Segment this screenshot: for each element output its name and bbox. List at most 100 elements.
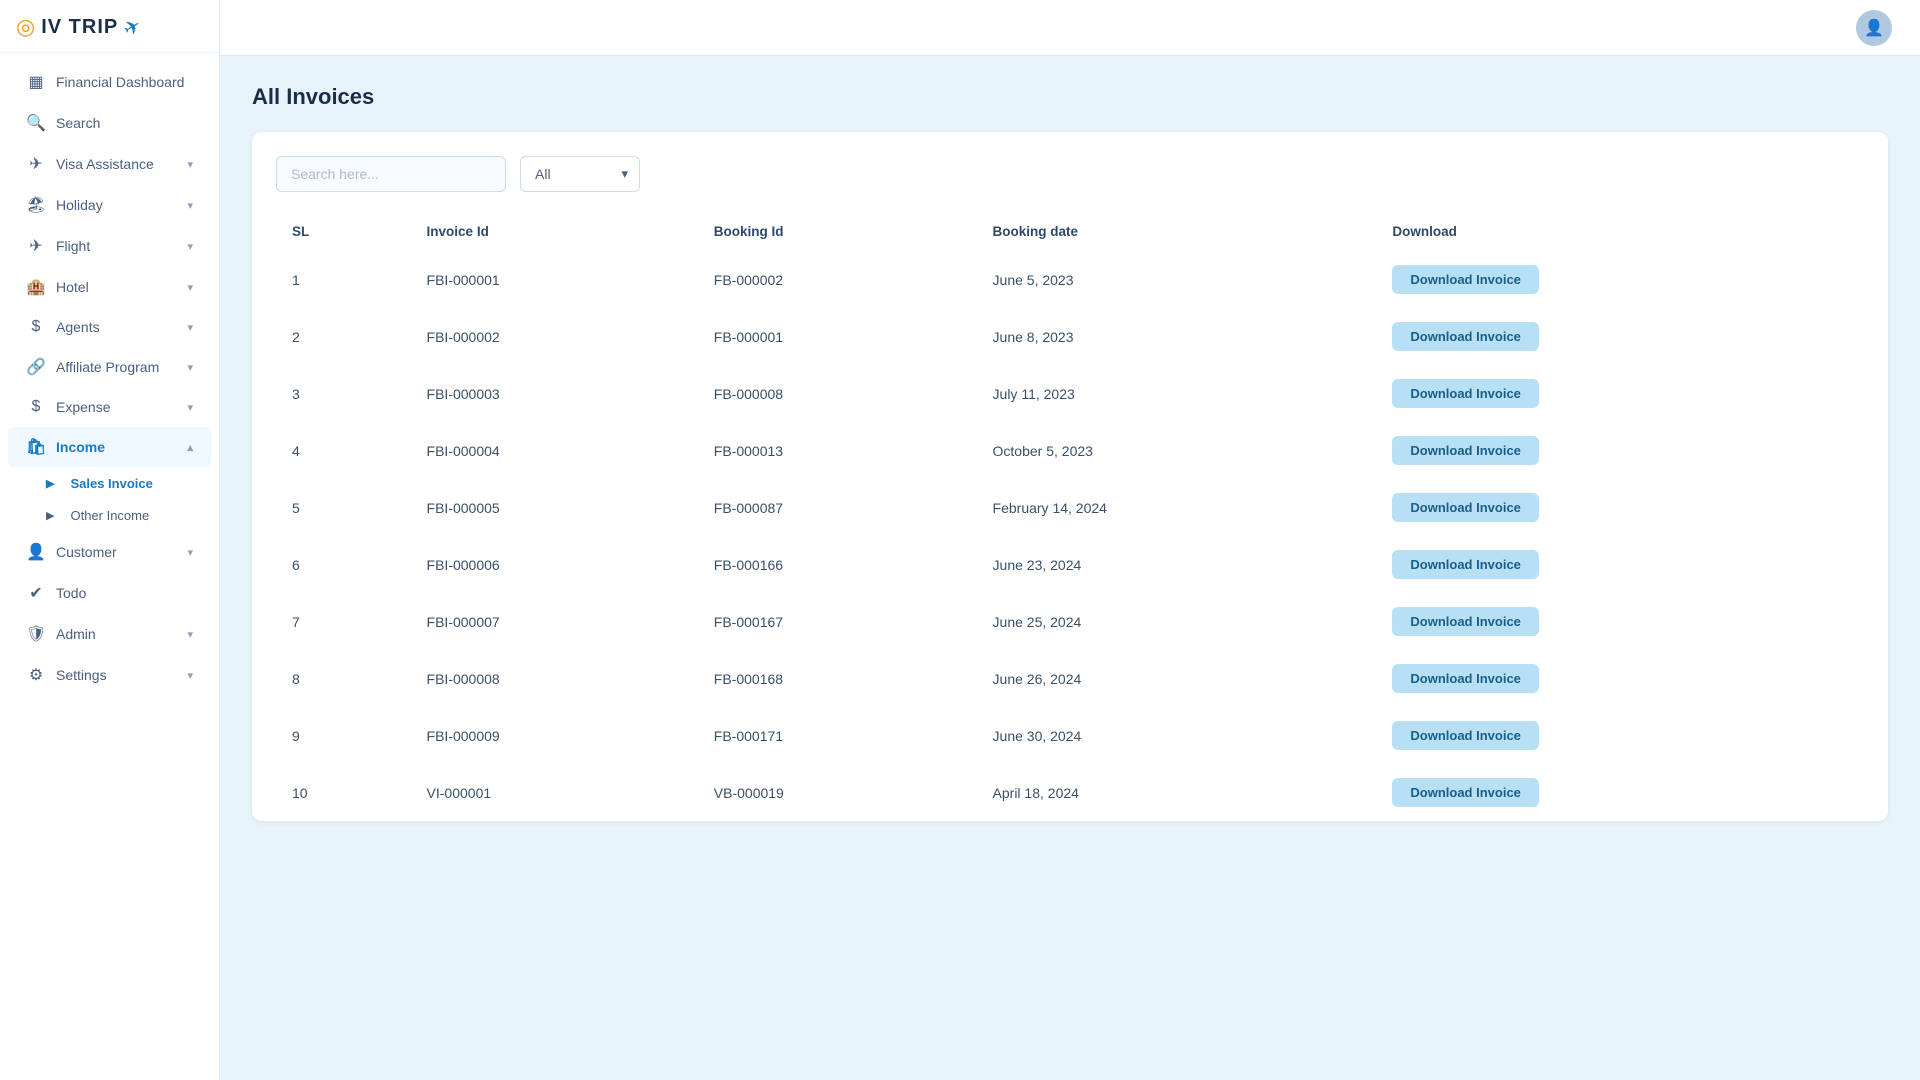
sidebar-item-label: Visa Assistance [56,156,154,172]
cell-download: Download Invoice [1376,308,1864,365]
page-title: All Invoices [252,84,1888,110]
sidebar-item-label: Customer [56,544,117,560]
col-header-booking-id: Booking Id [698,214,977,251]
cell-invoice-id: FBI-000006 [411,536,698,593]
col-header-sl: SL [276,214,411,251]
chevron-down-icon: ▾ [187,240,193,253]
cell-booking-id: FB-000008 [698,365,977,422]
col-header-invoice-id: Invoice Id [411,214,698,251]
sidebar-item-agents[interactable]: $ Agents ▾ [8,308,211,346]
cell-invoice-id: FBI-000008 [411,650,698,707]
sidebar-item-affiliate-program[interactable]: 🔗 Affiliate Program ▾ [8,347,211,387]
sidebar-item-label: Search [56,115,100,131]
sidebar-item-todo[interactable]: ✔ Todo [8,573,211,613]
filter-select[interactable]: All FBI VI [520,156,640,192]
cell-booking-date: October 5, 2023 [977,422,1377,479]
cell-invoice-id: FBI-000003 [411,365,698,422]
chevron-right-icon: ▶ [46,509,54,522]
income-icon: 🛍 [26,437,46,457]
table-row: 10 VI-000001 VB-000019 April 18, 2024 Do… [276,764,1864,821]
expense-icon: $ [26,398,46,416]
visa-icon: ✈ [26,154,46,174]
download-invoice-button[interactable]: Download Invoice [1392,379,1539,408]
cell-download: Download Invoice [1376,365,1864,422]
sidebar-item-settings[interactable]: ⚙ Settings ▾ [8,655,211,695]
sidebar-item-label: Affiliate Program [56,359,159,375]
cell-sl: 10 [276,764,411,821]
cell-booking-date: June 23, 2024 [977,536,1377,593]
cell-download: Download Invoice [1376,593,1864,650]
sidebar-item-expense[interactable]: $ Expense ▾ [8,388,211,426]
main-area: 👤 All Invoices All FBI VI ▾ [220,0,1920,1080]
sidebar-item-label: Flight [56,238,90,254]
search-icon: 🔍 [26,113,46,133]
sidebar-item-label: Agents [56,319,100,335]
chevron-down-icon: ▾ [187,321,193,334]
download-invoice-button[interactable]: Download Invoice [1392,550,1539,579]
avatar[interactable]: 👤 [1856,10,1892,46]
chevron-down-icon: ▾ [187,158,193,171]
cell-booking-id: FB-000167 [698,593,977,650]
cell-sl: 4 [276,422,411,479]
sidebar-item-hotel[interactable]: 🏨 Hotel ▾ [8,267,211,307]
chevron-right-icon: ▶ [46,477,54,490]
download-invoice-button[interactable]: Download Invoice [1392,436,1539,465]
cell-download: Download Invoice [1376,422,1864,479]
table-row: 4 FBI-000004 FB-000013 October 5, 2023 D… [276,422,1864,479]
cell-invoice-id: FBI-000005 [411,479,698,536]
table-row: 9 FBI-000009 FB-000171 June 30, 2024 Dow… [276,707,1864,764]
download-invoice-button[interactable]: Download Invoice [1392,721,1539,750]
download-invoice-button[interactable]: Download Invoice [1392,322,1539,351]
cell-sl: 9 [276,707,411,764]
cell-invoice-id: VI-000001 [411,764,698,821]
flight-icon: ✈ [26,236,46,256]
sidebar-subitem-other-income[interactable]: ▶ Other Income [8,500,211,531]
sub-item-label: Sales Invoice [70,476,152,491]
chevron-down-icon: ▾ [187,281,193,294]
cell-booking-date: February 14, 2024 [977,479,1377,536]
download-invoice-button[interactable]: Download Invoice [1392,265,1539,294]
filter-select-wrapper: All FBI VI ▾ [520,156,640,192]
sidebar-subitem-sales-invoice[interactable]: ▶ Sales Invoice [8,468,211,499]
sidebar-item-income[interactable]: 🛍 Income ▴ [8,427,211,467]
cell-download: Download Invoice [1376,650,1864,707]
sidebar-item-label: Financial Dashboard [56,74,184,90]
cell-booking-id: FB-000087 [698,479,977,536]
download-invoice-button[interactable]: Download Invoice [1392,607,1539,636]
cell-booking-date: June 25, 2024 [977,593,1377,650]
table-row: 8 FBI-000008 FB-000168 June 26, 2024 Dow… [276,650,1864,707]
chevron-down-icon: ▾ [187,199,193,212]
todo-icon: ✔ [26,583,46,603]
settings-icon: ⚙ [26,665,46,685]
toolbar: All FBI VI ▾ [276,156,1864,192]
download-invoice-button[interactable]: Download Invoice [1392,493,1539,522]
cell-sl: 6 [276,536,411,593]
cell-invoice-id: FBI-000001 [411,251,698,308]
sidebar-item-admin[interactable]: 🛡 Admin ▾ [8,614,211,654]
cell-booking-id: FB-000013 [698,422,977,479]
sidebar-item-label: Hotel [56,279,89,295]
sidebar-item-flight[interactable]: ✈ Flight ▾ [8,226,211,266]
table-row: 6 FBI-000006 FB-000166 June 23, 2024 Dow… [276,536,1864,593]
cell-booking-date: July 11, 2023 [977,365,1377,422]
sidebar: ◎ IV TRIP ✈ ▦ Financial Dashboard 🔍 Sear… [0,0,220,1080]
search-input[interactable] [276,156,506,192]
sidebar-item-search[interactable]: 🔍 Search [8,103,211,143]
cell-invoice-id: FBI-000009 [411,707,698,764]
table-row: 7 FBI-000007 FB-000167 June 25, 2024 Dow… [276,593,1864,650]
cell-booking-date: June 26, 2024 [977,650,1377,707]
sidebar-item-financial-dashboard[interactable]: ▦ Financial Dashboard [8,62,211,102]
invoices-table: SL Invoice Id Booking Id Booking date Do… [276,214,1864,821]
affiliate-icon: 🔗 [26,357,46,377]
sidebar-item-customer[interactable]: 👤 Customer ▾ [8,532,211,572]
content-area: All Invoices All FBI VI ▾ SL [220,56,1920,1080]
plane-icon: ✈ [119,12,146,42]
agents-icon: $ [26,318,46,336]
cell-download: Download Invoice [1376,707,1864,764]
download-invoice-button[interactable]: Download Invoice [1392,664,1539,693]
sidebar-item-visa-assistance[interactable]: ✈ Visa Assistance ▾ [8,144,211,184]
download-invoice-button[interactable]: Download Invoice [1392,778,1539,807]
chevron-up-icon: ▴ [187,441,193,454]
cell-invoice-id: FBI-000004 [411,422,698,479]
sidebar-item-holiday[interactable]: 🏖 Holiday ▾ [8,185,211,225]
